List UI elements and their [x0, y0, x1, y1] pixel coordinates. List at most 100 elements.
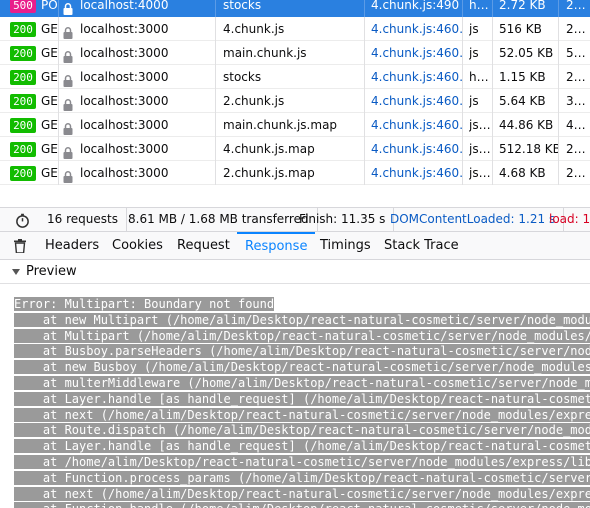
error-line-text: at Layer.handle [as handle_request] (/ho…: [14, 391, 590, 406]
method-cell: GET: [41, 41, 59, 65]
tab-request[interactable]: Request: [177, 232, 230, 260]
summary-finish: Finish: 11.35 s: [291, 208, 395, 231]
method-cell: GET: [41, 113, 59, 137]
file-cell: stocks: [223, 65, 365, 89]
summary-transferred: 8.61 MB / 1.68 MB transferred: [120, 208, 318, 231]
request-row[interactable]: 200 GET localhost:3000 4.chunk.js.map4.chun…: [0, 137, 590, 161]
cause-cell[interactable]: 4.chunk.js:460…: [371, 137, 463, 161]
error-line-text: at new Multipart (/home/alim/Desktop/rea…: [14, 312, 590, 327]
error-line: at multerMiddleware (/home/alim/Desktop/…: [14, 375, 590, 392]
error-line-text: at Busboy.parseHeaders (/home/alim/Deskt…: [14, 344, 590, 359]
tab-timings[interactable]: Timings: [320, 232, 371, 260]
error-line: at Route.dispatch (/home/alim/Desktop/re…: [14, 423, 590, 439]
request-list: 500 POS localhost:4000 stocks 4.chunk.js:490…: [0, 0, 590, 207]
error-line-text: at Multipart (/home/alim/Desktop/react-n…: [14, 328, 590, 343]
stopwatch-icon[interactable]: [15, 213, 30, 228]
cause-cell[interactable]: 4.chunk.js:460…: [371, 65, 463, 89]
lock-cell: [63, 113, 77, 137]
error-line-text: at Route.dispatch (/home/alim/Desktop/re…: [14, 423, 590, 438]
lock-icon: [63, 167, 73, 183]
lock-cell: [63, 89, 77, 113]
cause-cell[interactable]: 4.chunk.js:490 …: [371, 0, 463, 17]
lock-cell: [63, 17, 77, 41]
lock-cell: [63, 65, 77, 89]
domain-cell: localhost:3000: [80, 65, 216, 89]
file-cell: 4.chunk.js.map: [223, 137, 365, 161]
file-cell: main.chunk.js.map: [223, 113, 365, 137]
error-line-text: at multerMiddleware (/home/alim/Desktop/…: [14, 375, 590, 390]
summary-bar: 16 requests 8.61 MB / 1.68 MB transferre…: [0, 207, 590, 232]
error-line: Error: Multipart: Boundary not found: [14, 297, 590, 313]
tab-cookies[interactable]: Cookies: [112, 232, 163, 260]
cause-cell[interactable]: 4.chunk.js:460…: [371, 113, 463, 137]
trash-icon[interactable]: [14, 239, 26, 253]
error-line: at Function.handle (/home/alim/Desktop/r…: [14, 502, 590, 508]
size-cell: 2.72 KB: [499, 0, 559, 17]
lock-cell: [63, 41, 77, 65]
type-cell: h…: [469, 65, 493, 89]
method-cell: GET: [41, 17, 59, 41]
status-badge: 200: [10, 70, 36, 85]
lock-icon: [63, 71, 73, 87]
error-line-text: Error: Multipart: Boundary not found: [14, 297, 275, 311]
type-cell: js…: [469, 161, 493, 185]
domain-cell: localhost:3000: [80, 89, 216, 113]
cause-cell[interactable]: 4.chunk.js:460…: [371, 161, 463, 185]
method-cell: GET: [41, 161, 59, 185]
error-line: at /home/alim/Desktop/react-natural-cosm…: [14, 454, 590, 471]
request-row[interactable]: 200 GET localhost:3000 stocks4.chunk.js:460…: [0, 65, 590, 89]
size-cell: 512.18 KB: [499, 137, 559, 161]
status-badge: 200: [10, 166, 36, 181]
error-line: at Layer.handle [as handle_request] (/ho…: [14, 391, 590, 408]
error-line: at new Busboy (/home/alim/Desktop/react-…: [14, 360, 590, 376]
request-row[interactable]: 200 GET localhost:3000 4.chunk.js4.chunk.js…: [0, 17, 590, 41]
preview-header[interactable]: Preview: [0, 261, 590, 283]
file-cell: 2.chunk.js.map: [223, 161, 365, 185]
size-cell: 52.05 KB: [499, 41, 559, 65]
status-badge: 200: [10, 118, 36, 133]
summary-requests: 16 requests: [39, 208, 127, 231]
time-cell: 2…: [566, 166, 586, 180]
method-cell: GET: [41, 89, 59, 113]
type-cell: js…: [469, 137, 493, 161]
error-line: at next (/home/alim/Desktop/react-natura…: [14, 407, 590, 424]
tab-headers[interactable]: Headers: [45, 232, 99, 260]
request-row[interactable]: 200 GET localhost:3000 main.chunk.js.map4.c…: [0, 113, 590, 137]
type-cell: h…: [469, 0, 493, 17]
cause-cell[interactable]: 4.chunk.js:460…: [371, 89, 463, 113]
lock-cell: [63, 161, 77, 185]
type-cell: js: [469, 41, 493, 65]
type-cell: js: [469, 17, 493, 41]
file-cell: 2.chunk.js: [223, 89, 365, 113]
request-row[interactable]: 200 GET localhost:3000 2.chunk.js.map4.chun…: [0, 161, 590, 185]
error-line-text: at next (/home/alim/Desktop/react-natura…: [14, 486, 590, 501]
cause-cell[interactable]: 4.chunk.js:460…: [371, 41, 463, 65]
request-row[interactable]: 500 POS localhost:4000 stocks 4.chunk.js:490…: [0, 0, 590, 17]
size-cell: 44.86 KB: [499, 113, 559, 137]
cause-cell[interactable]: 4.chunk.js:460…: [371, 17, 463, 41]
file-cell: main.chunk.js: [223, 41, 365, 65]
type-cell: js…: [469, 113, 493, 137]
preview-label: Preview: [26, 264, 77, 279]
status-badge: 200: [10, 142, 36, 157]
twisty-icon[interactable]: [12, 269, 20, 275]
request-row[interactable]: 200 GET localhost:3000 2.chunk.js4.chunk.js…: [0, 89, 590, 113]
request-row[interactable]: 200 GET localhost:3000 main.chunk.js4.chunk…: [0, 41, 590, 65]
method-cell: GET: [41, 137, 59, 161]
lock-icon: [63, 119, 73, 135]
status-badge: 200: [10, 94, 36, 109]
domain-cell: localhost:3000: [80, 137, 216, 161]
domain-cell: localhost:3000: [80, 161, 216, 185]
tab-response[interactable]: Response: [237, 232, 316, 260]
lock-icon: [63, 0, 73, 15]
error-line-text: at Function.process_params (/home/alim/D…: [14, 470, 590, 485]
error-text: Error: Multipart: Boundary not found at …: [14, 297, 590, 508]
tab-stack-trace[interactable]: Stack Trace: [384, 232, 459, 260]
error-line: at Layer.handle [as handle_request] (/ho…: [14, 439, 590, 455]
error-line: at next (/home/alim/Desktop/react-natura…: [14, 486, 590, 503]
size-cell: 4.68 KB: [499, 161, 559, 185]
size-cell: 5.64 KB: [499, 89, 559, 113]
domain-cell: localhost:3000: [80, 41, 216, 65]
method-cell: GET: [41, 65, 59, 89]
lock-cell: [63, 0, 77, 17]
